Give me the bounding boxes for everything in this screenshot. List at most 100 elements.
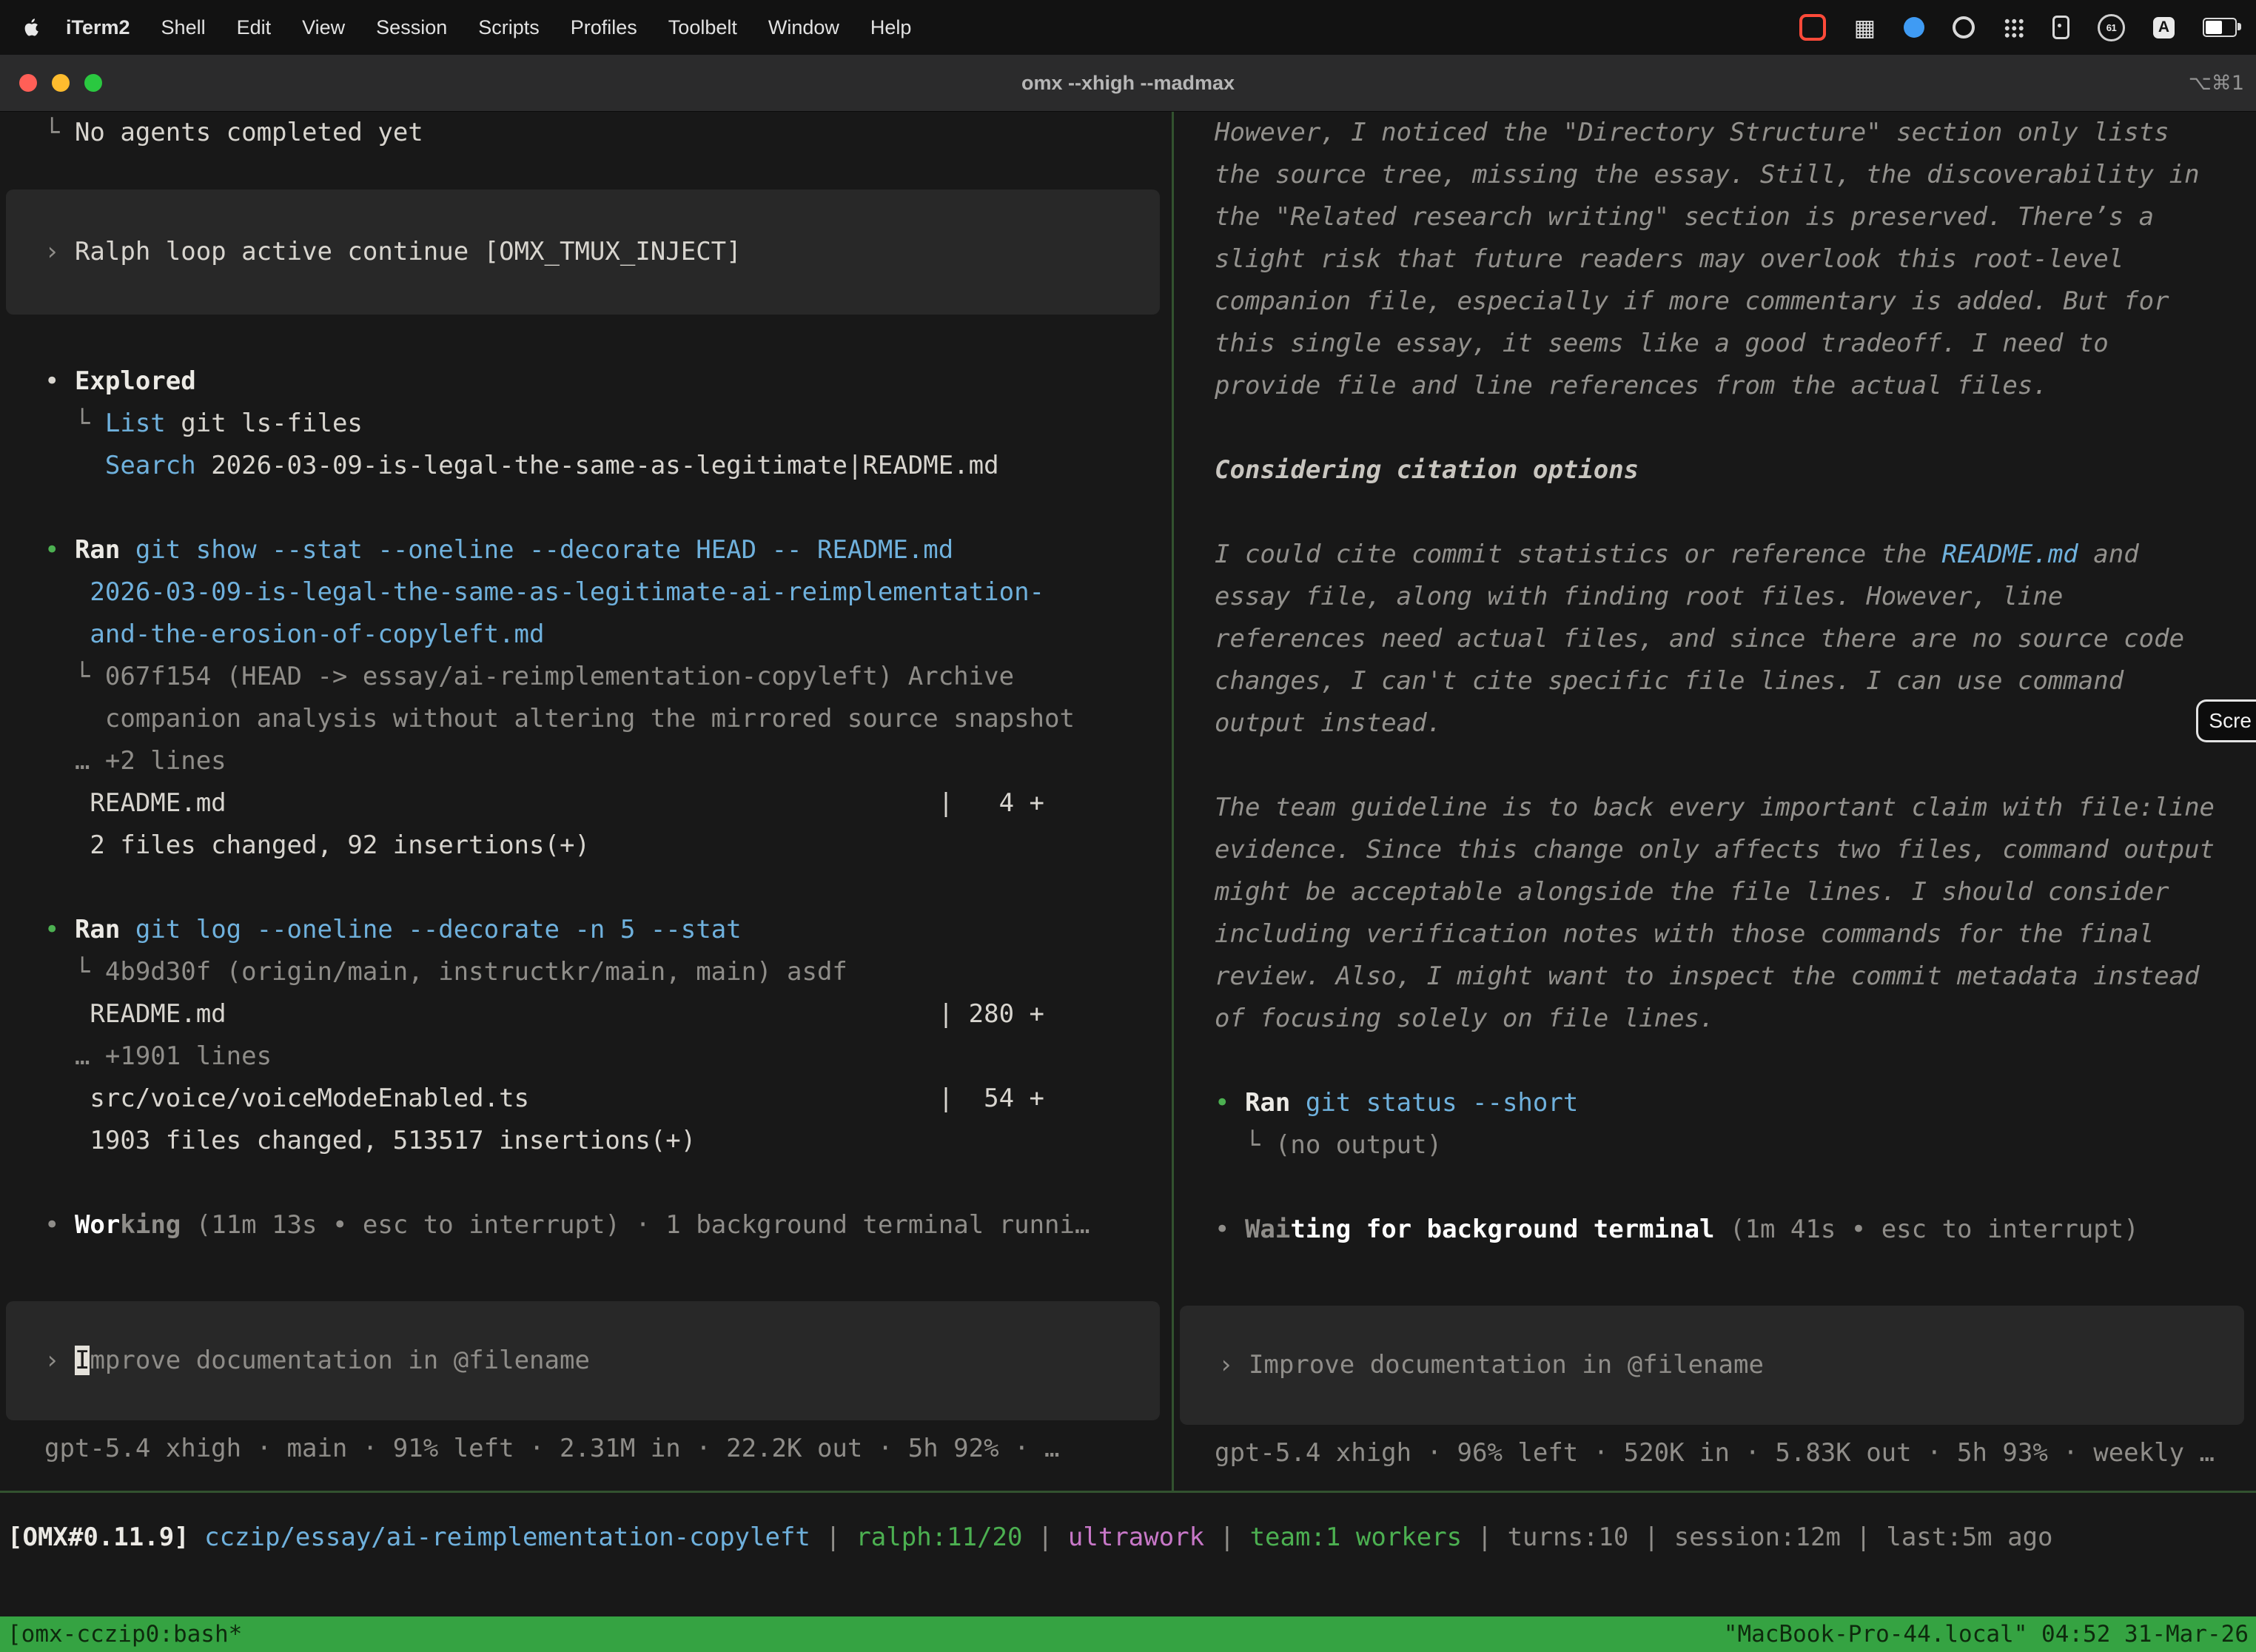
terminal-line: src/voice/voiceModeEnabled.ts| 54 +	[0, 1078, 1172, 1120]
text-segment: review. Also, I might want to inspect th…	[1215, 961, 2200, 991]
text-segment: (no output)	[1275, 1130, 1442, 1160]
screen-record-stop-icon[interactable]	[1799, 14, 1826, 41]
apple-logo	[22, 16, 41, 38]
text-segment: 1903 files changed, 513517 insertions(+)	[44, 1126, 696, 1155]
menu-shell[interactable]: Shell	[146, 16, 221, 39]
text-segment: and-the-erosion-of-copyleft.md	[44, 620, 545, 649]
tmux-session-label: [omx-cczip0:bash*	[7, 1614, 242, 1652]
text-segment: last:5m ago	[1886, 1522, 2052, 1552]
text-segment: Ran	[75, 915, 120, 944]
menu-scripts[interactable]: Scripts	[463, 16, 555, 39]
terminal-line	[0, 487, 1172, 529]
input-source-icon[interactable]: A	[2153, 17, 2175, 38]
text-segment: king	[120, 1210, 181, 1240]
shield-icon[interactable]	[1904, 17, 1924, 38]
menu-app-name[interactable]: iTerm2	[50, 16, 146, 39]
menu-view[interactable]: View	[286, 16, 360, 39]
menu-help[interactable]: Help	[855, 16, 927, 39]
text-segment: git log --oneline --decorate -n 5 --stat	[120, 915, 741, 944]
text-segment: session:12m	[1674, 1522, 1841, 1552]
thinking-heading: Considering citation options	[1174, 449, 2256, 491]
terminal-line	[0, 867, 1172, 909]
terminal-line: this single essay, it seems like a good …	[1174, 323, 2256, 365]
terminal-line: the "Related research writing" section i…	[1174, 196, 2256, 238]
battery-gauge-icon[interactable]: 61	[2098, 14, 2125, 41]
terminal-line: companion analysis without altering the …	[0, 698, 1172, 740]
text-segment: turns:10	[1508, 1522, 1629, 1552]
right-pane[interactable]: However, I noticed the "Directory Struct…	[1174, 112, 2256, 1491]
menu-profiles[interactable]: Profiles	[555, 16, 653, 39]
text-segment: |	[810, 1522, 856, 1552]
text-segment: └ 4b9d30f (origin/main, instructkr/main,…	[44, 957, 847, 987]
omx-status-bar: [OMX#0.11.9] cczip/essay/ai-reimplementa…	[0, 1517, 2256, 1559]
menu-window[interactable]: Window	[753, 16, 855, 39]
minimize-button[interactable]	[52, 74, 70, 92]
text-segment: including verification notes with those …	[1215, 919, 2154, 949]
terminal-line: and-the-erosion-of-copyleft.md	[0, 614, 1172, 656]
waiting-status-line: • Waiting for background terminal (1m 41…	[1174, 1209, 2256, 1251]
text-segment: No agents completed yet	[75, 118, 423, 147]
text-segment: the source tree, missing the essay. Stil…	[1215, 160, 2200, 189]
text-segment: [OMX#0.11.9]	[7, 1522, 204, 1552]
battery-icon[interactable]	[2203, 18, 2237, 37]
terminal-line: • Ran git show --stat --oneline --decora…	[0, 529, 1172, 571]
terminal-line: Search 2026-03-09-is-legal-the-same-as-l…	[0, 445, 1172, 487]
tmux-panes: └ No agents completed yet› Ralph loop ac…	[0, 112, 2256, 1491]
zoom-button[interactable]	[84, 74, 102, 92]
terminal-line: • Ran git log --oneline --decorate -n 5 …	[0, 909, 1172, 951]
text-segment: Wai	[1245, 1215, 1290, 1244]
terminal-line	[1174, 407, 2256, 449]
terminal-line: might be acceptable alongside the file l…	[1174, 871, 2256, 913]
text-segment: provide file and line references from th…	[1215, 371, 2048, 400]
text-segment: (1m 41s • esc to interrupt)	[1715, 1215, 2139, 1244]
window-title-bar[interactable]: omx --xhigh --madmax ⌥⌘1	[0, 55, 2256, 112]
text-segment: git ls-files	[166, 409, 363, 438]
window-hotkey: ⌥⌘1	[2189, 72, 2256, 95]
tmux-host-time: "MacBook-Pro-44.local" 04:52 31-Mar-26	[1724, 1614, 2249, 1652]
text-segment: README.md	[44, 999, 226, 1029]
model-status-line: gpt-5.4 xhigh · main · 91% left · 2.31M …	[0, 1428, 1172, 1470]
text-segment: 2026-03-09-is-legal-the-same-as-legitima…	[196, 451, 999, 480]
terminal-line: references need actual files, and since …	[1174, 618, 2256, 660]
terminal-line: 1903 files changed, 513517 insertions(+)	[0, 1120, 1172, 1162]
close-button[interactable]	[19, 74, 37, 92]
text-segment: Wor	[75, 1210, 120, 1240]
text-segment: •	[44, 915, 75, 944]
status-ring-icon[interactable]	[1953, 16, 1975, 38]
device-icon[interactable]	[2052, 16, 2069, 39]
prompt-input[interactable]: › Improve documentation in @filename	[1180, 1306, 2244, 1425]
text-segment: git show --stat --oneline --decorate HEA…	[120, 535, 953, 565]
text-segment: gpt-5.4 xhigh · 96% left · 520K in · 5.8…	[1215, 1438, 2215, 1468]
screen-share-pill[interactable]: Scre	[2196, 699, 2256, 742]
terminal-line: └ 4b9d30f (origin/main, instructkr/main,…	[0, 951, 1172, 993]
text-segment: Improve documentation in @filename	[1249, 1350, 1764, 1380]
terminal-line: I could cite commit statistics or refere…	[1174, 534, 2256, 576]
text-segment: ›	[1218, 1350, 1249, 1380]
terminal-line: the source tree, missing the essay. Stil…	[1174, 154, 2256, 196]
text-segment: mprove documentation in @filename	[90, 1346, 590, 1375]
text-segment: However, I noticed the "Directory Struct…	[1215, 118, 2169, 147]
menu-toolbelt[interactable]: Toolbelt	[653, 16, 753, 39]
text-segment: slight risk that future readers may over…	[1215, 244, 2124, 274]
traffic-lights	[19, 74, 102, 92]
text-segment: and	[2078, 540, 2139, 569]
terminal-line: However, I noticed the "Directory Struct…	[1174, 112, 2256, 154]
left-pane[interactable]: └ No agents completed yet› Ralph loop ac…	[0, 112, 1172, 1491]
keyboard-grid-icon[interactable]: ▦	[1854, 16, 1876, 39]
text-segment: | 4 +	[939, 782, 1044, 825]
text-segment: companion file, especially if more comme…	[1215, 286, 2169, 316]
text-segment: └	[1215, 1130, 1275, 1160]
prompt-input[interactable]: › Improve documentation in @filename	[6, 1301, 1160, 1420]
menu-edit[interactable]: Edit	[221, 16, 287, 39]
apple-menu-icon[interactable]	[19, 16, 44, 38]
battery-fill	[2206, 21, 2222, 34]
text-segment: ›	[44, 237, 75, 266]
app-grid-icon[interactable]	[2003, 17, 2024, 38]
terminal-line: • Explored	[0, 360, 1172, 403]
text-segment: List	[105, 409, 166, 438]
text-segment: this single essay, it seems like a good …	[1215, 329, 2109, 358]
text-segment: references need actual files, and since …	[1215, 624, 2184, 654]
text-segment: might be acceptable alongside the file l…	[1215, 877, 2169, 907]
text-segment: src/voice/voiceModeEnabled.ts	[44, 1084, 529, 1113]
menu-session[interactable]: Session	[360, 16, 463, 39]
